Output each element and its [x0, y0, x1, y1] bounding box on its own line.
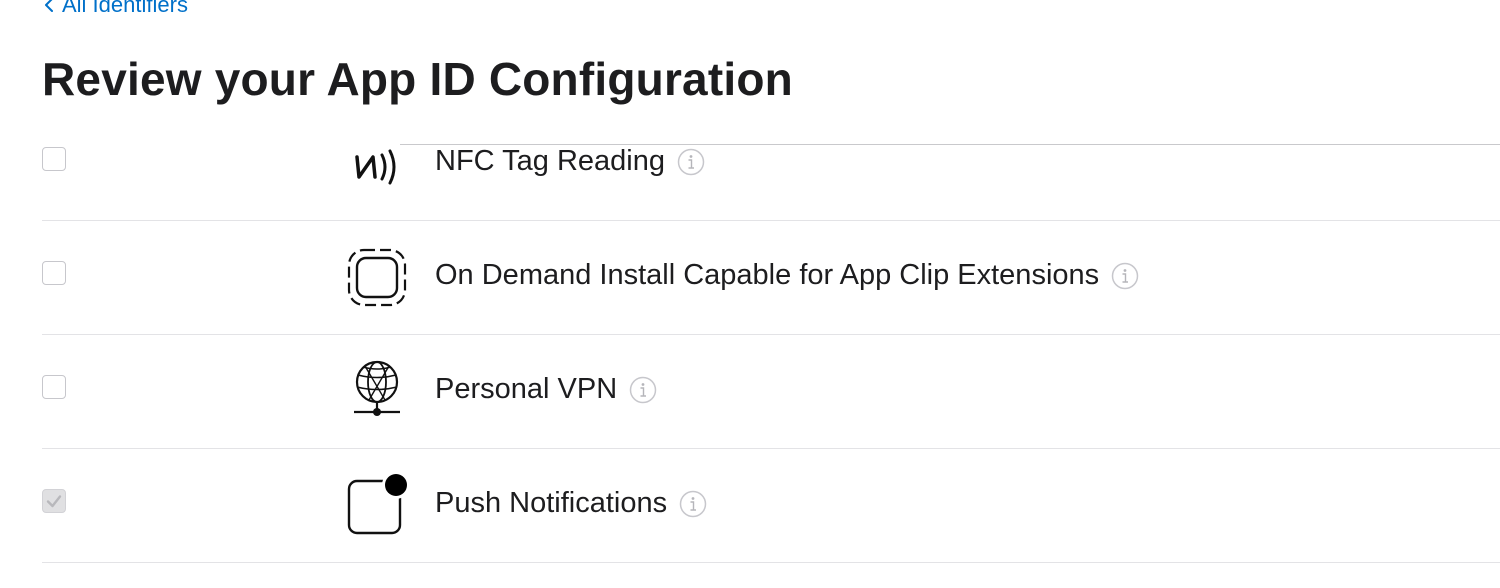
capability-row-vpn: Personal VPN — [42, 334, 1500, 449]
capability-label-vpn: Personal VPN — [435, 373, 657, 406]
app-clip-checkbox[interactable] — [42, 261, 66, 285]
capability-row-nfc: NFC Tag Reading — [42, 106, 1500, 221]
chevron-left-icon — [45, 0, 53, 12]
vpn-checkbox[interactable] — [42, 375, 66, 399]
info-icon[interactable] — [1111, 262, 1139, 290]
nfc-icon — [355, 149, 396, 185]
capability-name: Personal VPN — [435, 373, 618, 405]
nfc-checkbox[interactable] — [42, 147, 66, 171]
page-title: Review your App ID Configuration — [42, 53, 793, 105]
capability-name: Push Notifications — [435, 487, 668, 519]
push-notification-icon — [347, 473, 409, 535]
vpn-globe-icon — [354, 360, 400, 416]
capability-label-push: Push Notifications — [435, 487, 707, 520]
push-notifications-checkbox[interactable] — [42, 489, 66, 513]
capability-row-push: Push Notifications — [42, 448, 1500, 563]
capability-label-nfc: NFC Tag Reading — [435, 145, 705, 178]
app-id-review-page: All Identifiers Review your App ID Confi… — [0, 0, 1500, 588]
info-icon[interactable] — [679, 490, 707, 518]
back-link-label: All Identifiers — [62, 0, 188, 17]
capability-name: NFC Tag Reading — [435, 145, 665, 177]
info-icon[interactable] — [677, 148, 705, 176]
app-clip-icon — [347, 248, 407, 307]
capability-name: On Demand Install Capable for App Clip E… — [435, 259, 1100, 291]
checkmark-icon — [46, 495, 62, 508]
capability-row-app-clip: On Demand Install Capable for App Clip E… — [42, 220, 1500, 335]
capability-label-app-clip: On Demand Install Capable for App Clip E… — [435, 259, 1139, 292]
back-to-identifiers-link[interactable]: All Identifiers — [42, 0, 188, 18]
info-icon[interactable] — [629, 376, 657, 404]
